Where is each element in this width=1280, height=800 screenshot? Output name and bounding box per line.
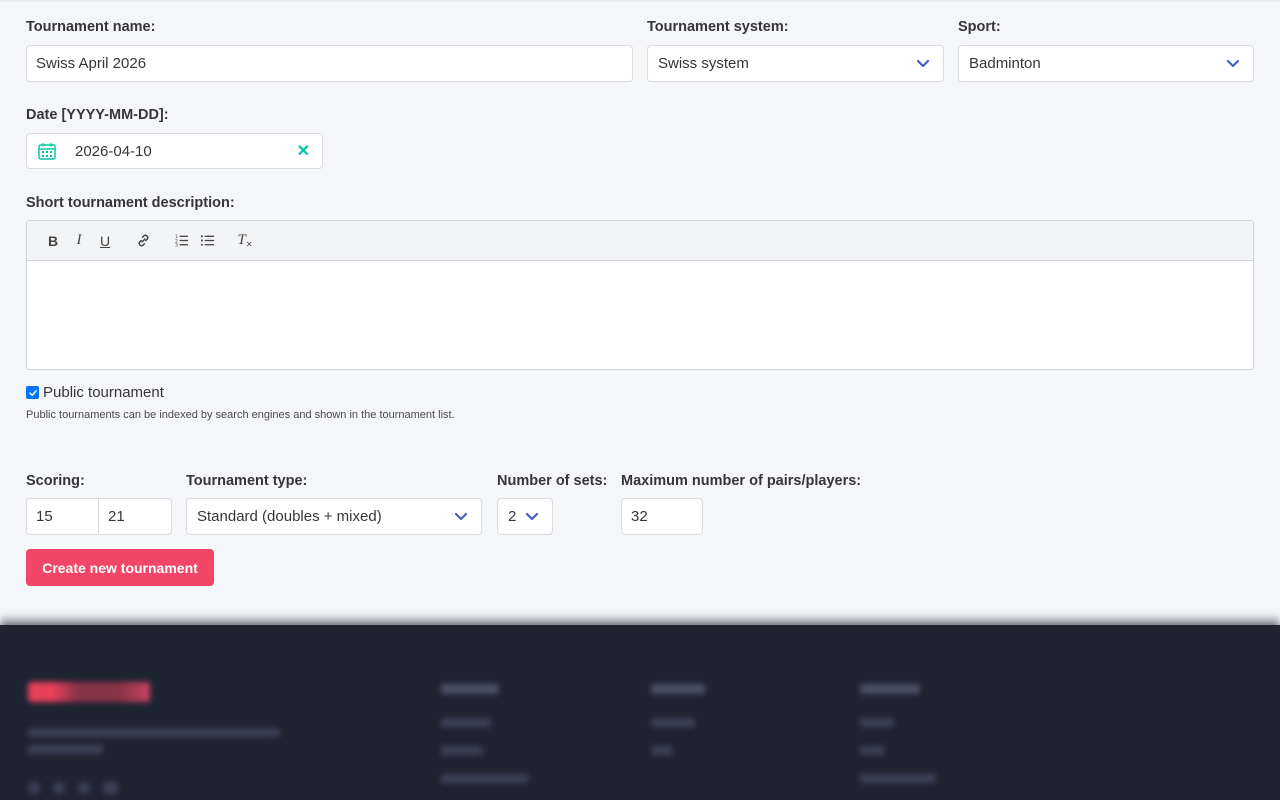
link-icon[interactable] (130, 229, 156, 253)
footer-link[interactable] (651, 718, 695, 727)
editor-toolbar: B I U 123 T ✕ (27, 221, 1253, 261)
tournament-system-value: Swiss system (658, 55, 749, 72)
public-checkbox[interactable] (26, 386, 39, 399)
underline-button[interactable]: U (92, 229, 118, 253)
max-players-label: Maximum number of pairs/players: (621, 473, 862, 489)
social-icon[interactable] (103, 782, 118, 794)
description-editor: B I U 123 T ✕ (26, 220, 1254, 370)
footer-link[interactable] (441, 774, 529, 783)
public-checkbox-row[interactable]: Public tournament (26, 384, 164, 401)
scoring-value-1: 15 (36, 508, 53, 525)
footer-col-heading (860, 684, 920, 694)
scoring-input-2[interactable]: 21 (98, 498, 172, 535)
remove-format-icon: ✕ (245, 240, 253, 249)
footer-link[interactable] (860, 718, 894, 727)
date-label: Date [YYYY-MM-DD]: (26, 107, 169, 123)
italic-button[interactable]: I (66, 229, 92, 253)
public-checkbox-label: Public tournament (43, 384, 164, 401)
tournament-type-value: Standard (doubles + mixed) (197, 508, 382, 525)
bullet-list-icon[interactable] (194, 229, 220, 253)
clear-format-label: T (237, 232, 246, 248)
chevron-down-icon (915, 56, 931, 72)
social-icon[interactable] (53, 782, 65, 794)
ordered-list-icon[interactable]: 123 (168, 229, 194, 253)
footer-link[interactable] (860, 746, 885, 755)
footer-col-heading (651, 684, 705, 694)
footer-logo (28, 682, 150, 702)
scoring-input-1[interactable]: 15 (26, 498, 99, 535)
chevron-down-icon (453, 509, 469, 525)
close-icon[interactable]: ✕ (297, 144, 310, 160)
date-input[interactable]: 2026-04-10 ✕ (26, 133, 323, 169)
sport-label: Sport: (958, 19, 1001, 35)
description-label: Short tournament description: (26, 195, 235, 211)
max-players-input[interactable]: 32 (621, 498, 703, 535)
tournament-system-label: Tournament system: (647, 19, 789, 35)
chevron-down-icon (1225, 56, 1241, 72)
top-border (0, 0, 1280, 2)
tournament-name-input[interactable]: Swiss April 2026 (26, 45, 633, 82)
tournament-name-value: Swiss April 2026 (36, 55, 147, 72)
footer-link[interactable] (441, 746, 483, 755)
tournament-name-label: Tournament name: (26, 19, 156, 35)
sport-value: Badminton (969, 55, 1041, 72)
number-of-sets-label: Number of sets: (497, 473, 608, 489)
number-of-sets-value: 2 (508, 508, 517, 525)
clear-format-button[interactable]: T ✕ (232, 229, 258, 253)
chevron-down-icon (524, 509, 540, 525)
create-tournament-button[interactable]: Create new tournament (26, 549, 214, 586)
svg-text:3: 3 (174, 243, 177, 248)
scoring-label: Scoring: (26, 473, 85, 489)
footer-tagline-line-2 (28, 745, 103, 754)
calendar-icon (37, 141, 57, 161)
tournament-type-select[interactable]: Standard (doubles + mixed) (186, 498, 482, 535)
tournament-system-select[interactable]: Swiss system (647, 45, 944, 82)
editor-content[interactable] (27, 261, 1253, 369)
social-icon[interactable] (28, 782, 40, 794)
footer-tagline-line-1 (28, 728, 280, 737)
public-help-text: Public tournaments can be indexed by sea… (26, 409, 455, 421)
scoring-value-2: 21 (108, 508, 125, 525)
date-value: 2026-04-10 (75, 142, 152, 160)
tournament-type-label: Tournament type: (186, 473, 308, 489)
footer-col-heading (441, 684, 499, 694)
footer (0, 625, 1280, 800)
bold-button[interactable]: B (40, 229, 66, 253)
footer-link[interactable] (651, 746, 673, 755)
sport-select[interactable]: Badminton (958, 45, 1254, 82)
max-players-value: 32 (631, 508, 648, 525)
footer-link[interactable] (441, 718, 491, 727)
number-of-sets-select[interactable]: 2 (497, 498, 553, 535)
footer-link[interactable] (860, 774, 936, 783)
social-icon[interactable] (78, 782, 90, 794)
